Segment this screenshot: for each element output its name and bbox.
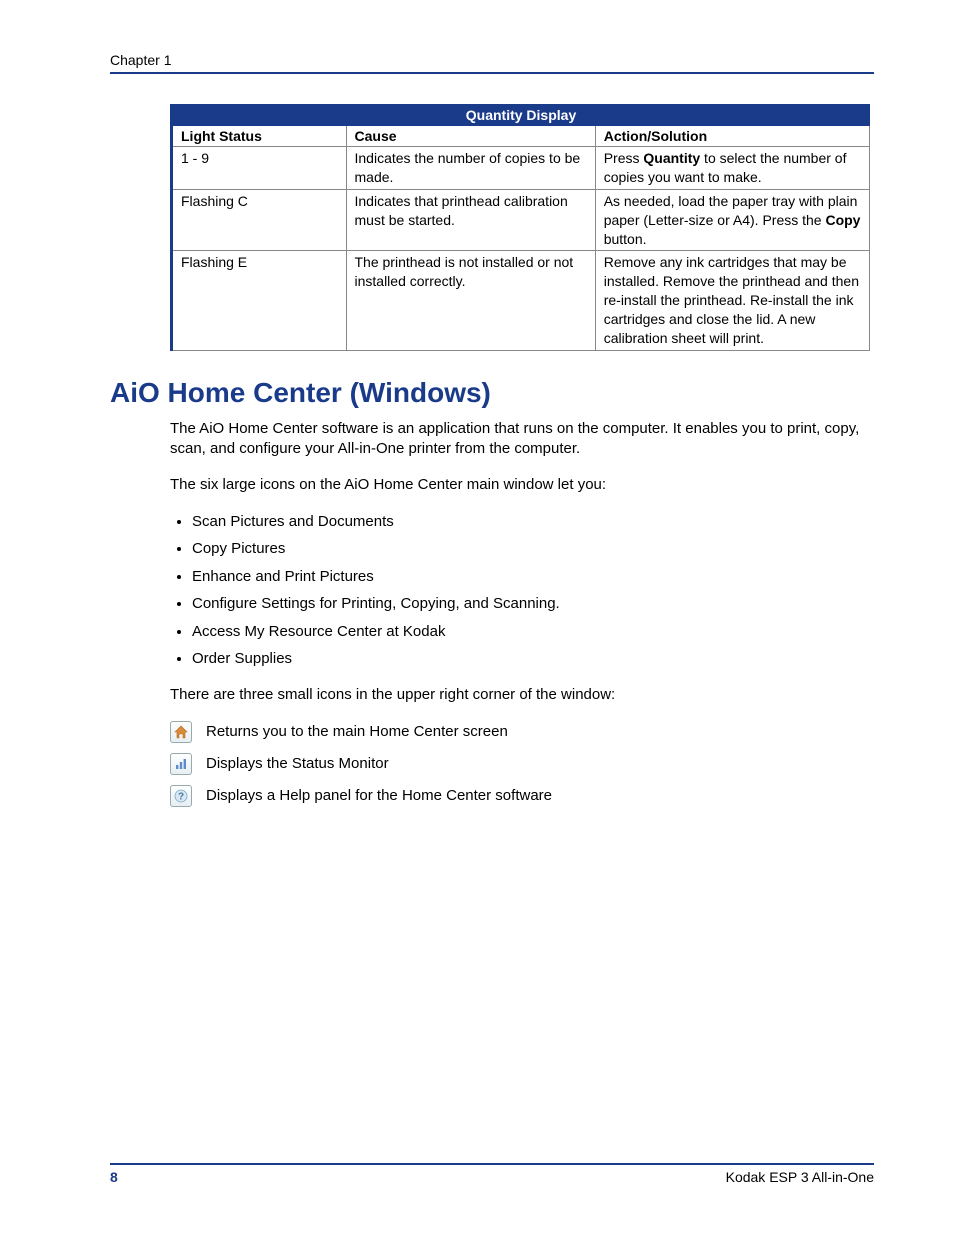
intro-paragraph: The AiO Home Center software is an appli… [170, 419, 874, 460]
list-item: Order Supplies [192, 649, 874, 669]
table-row: Flashing C Indicates that printhead cali… [172, 189, 870, 251]
chapter-header: Chapter 1 [110, 52, 874, 74]
icon-desc-row: ? Displays a Help panel for the Home Cen… [170, 785, 874, 807]
list-item: Enhance and Print Pictures [192, 567, 874, 587]
svg-text:?: ? [178, 791, 184, 802]
list-item: Copy Pictures [192, 539, 874, 559]
home-icon [170, 721, 192, 743]
icon-desc-text: Returns you to the main Home Center scre… [206, 723, 508, 740]
list-item: Access My Resource Center at Kodak [192, 622, 874, 642]
icon-desc-row: Displays the Status Monitor [170, 753, 874, 775]
small-icons-paragraph: There are three small icons in the upper… [170, 685, 874, 705]
icon-desc-text: Displays a Help panel for the Home Cente… [206, 787, 552, 804]
cell-light-status: 1 - 9 [172, 147, 347, 190]
list-item: Scan Pictures and Documents [192, 512, 874, 532]
product-name: Kodak ESP 3 All-in-One [726, 1169, 874, 1185]
icon-desc-row: Returns you to the main Home Center scre… [170, 721, 874, 743]
cell-action: Remove any ink cartridges that may be in… [595, 251, 869, 350]
cell-cause: Indicates that printhead calibration mus… [346, 189, 595, 251]
cell-cause: Indicates the number of copies to be mad… [346, 147, 595, 190]
col-header-light-status: Light Status [172, 126, 347, 147]
cell-cause: The printhead is not installed or not in… [346, 251, 595, 350]
cell-light-status: Flashing E [172, 251, 347, 350]
icon-desc-text: Displays the Status Monitor [206, 755, 389, 772]
section-heading: AiO Home Center (Windows) [110, 377, 874, 409]
status-monitor-icon [170, 753, 192, 775]
icons-lead-paragraph: The six large icons on the AiO Home Cent… [170, 475, 874, 495]
feature-list: Scan Pictures and Documents Copy Picture… [170, 512, 874, 669]
col-header-action: Action/Solution [595, 126, 869, 147]
table-title: Quantity Display [172, 105, 870, 126]
cell-action: Press Quantity to select the number of c… [595, 147, 869, 190]
col-header-cause: Cause [346, 126, 595, 147]
page-footer: 8 Kodak ESP 3 All-in-One [110, 1163, 874, 1185]
list-item: Configure Settings for Printing, Copying… [192, 594, 874, 614]
table-row: Flashing E The printhead is not installe… [172, 251, 870, 350]
page-number: 8 [110, 1169, 118, 1185]
help-icon: ? [170, 785, 192, 807]
table-row: 1 - 9 Indicates the number of copies to … [172, 147, 870, 190]
cell-light-status: Flashing C [172, 189, 347, 251]
quantity-display-table: Quantity Display Light Status Cause Acti… [170, 104, 870, 351]
cell-action: As needed, load the paper tray with plai… [595, 189, 869, 251]
